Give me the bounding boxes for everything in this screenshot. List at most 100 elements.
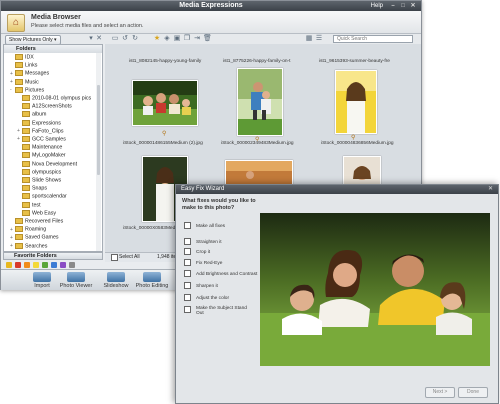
- fix-option[interactable]: Adjust the color: [184, 294, 229, 301]
- photo-thumbnail[interactable]: [237, 68, 283, 136]
- folder-tree-item[interactable]: 2010-08-01 olympus pics: [17, 95, 91, 102]
- maximize-icon[interactable]: □: [399, 3, 407, 9]
- fix-option[interactable]: Make the Subject Stand Out: [184, 306, 250, 316]
- expand-toggle-icon[interactable]: +: [17, 136, 21, 143]
- expand-toggle-icon[interactable]: +: [10, 235, 14, 242]
- folder-tree-item[interactable]: + Messages: [10, 70, 49, 77]
- fix-option[interactable]: Fix Red-Eye: [184, 259, 222, 266]
- family-photo-image: [238, 69, 282, 135]
- folder-tree-item[interactable]: olympuspics: [17, 168, 61, 176]
- search-input[interactable]: [333, 35, 413, 43]
- fix-option[interactable]: Add Brightness and Contrast: [184, 270, 257, 277]
- folder-tree-item[interactable]: A12ScreenShots: [17, 103, 72, 110]
- folder-scroll-thumb[interactable]: [97, 85, 100, 175]
- label-color-swatch[interactable]: [51, 262, 57, 268]
- folder-icon: [15, 78, 23, 85]
- tag-icon[interactable]: ◈: [163, 35, 171, 43]
- import-button[interactable]: Import: [27, 272, 57, 289]
- fix-option-checkbox[interactable]: [184, 306, 191, 313]
- slideshow-button[interactable]: Slideshow: [101, 272, 131, 289]
- folder-tree-item[interactable]: album: [17, 111, 46, 118]
- select-all-label[interactable]: Select All: [119, 254, 140, 260]
- label-color-swatch[interactable]: [69, 262, 75, 268]
- dialog-question: What fixes would you like to make to thi…: [182, 198, 256, 211]
- label-color-swatch[interactable]: [24, 262, 30, 268]
- folder-options-icon[interactable]: ▾: [87, 35, 95, 43]
- label-color-swatch[interactable]: [15, 262, 21, 268]
- open-folder-icon[interactable]: ▭: [111, 35, 119, 43]
- folder-tree-item[interactable]: Links: [10, 62, 37, 69]
- next-button[interactable]: Next >: [425, 387, 455, 398]
- fix-option-checkbox[interactable]: [184, 294, 191, 301]
- folder-label: Music: [25, 79, 39, 85]
- folder-tree-item[interactable]: + Music: [10, 78, 39, 86]
- folder-tree-item[interactable]: + Roaming: [10, 226, 46, 233]
- fix-option-checkbox[interactable]: [184, 222, 191, 229]
- fix-option-checkbox[interactable]: [184, 282, 191, 289]
- photo-thumbnail[interactable]: [225, 160, 293, 186]
- photo-thumbnail[interactable]: [132, 80, 198, 126]
- folder-label: FaFoto_Clips: [32, 128, 64, 135]
- expand-toggle-icon[interactable]: -: [10, 87, 14, 94]
- folder-label: Links: [25, 62, 38, 69]
- folder-tree-item[interactable]: test: [17, 201, 41, 209]
- fix-option[interactable]: Straighten it: [184, 238, 222, 245]
- star-icon[interactable]: ★: [153, 35, 161, 43]
- rotate-left-icon[interactable]: ↺: [121, 35, 129, 43]
- close-panel-icon[interactable]: ✕: [95, 35, 103, 43]
- close-icon[interactable]: ✕: [488, 186, 495, 193]
- folder-tree-item[interactable]: Nova Development: [17, 160, 77, 168]
- folder-tree-item[interactable]: sportscalendar: [17, 193, 67, 200]
- folder-tree-item[interactable]: Snaps: [17, 185, 47, 192]
- label-color-swatch[interactable]: [42, 262, 48, 268]
- rotate-right-icon[interactable]: ↻: [131, 35, 139, 43]
- folder-tree-item[interactable]: + GCC Samples: [17, 136, 66, 143]
- close-icon[interactable]: ✕: [409, 3, 417, 9]
- fix-option[interactable]: Make all fixes: [184, 222, 225, 229]
- copy-icon[interactable]: ❐: [183, 35, 191, 43]
- fix-option[interactable]: Crop it: [184, 248, 210, 255]
- folder-tree-item[interactable]: + Saved Games: [10, 234, 59, 241]
- photo-viewer-button[interactable]: Photo Viewer: [59, 272, 93, 289]
- folder-tree-item[interactable]: MyLogoMaker: [17, 152, 66, 159]
- label-color-swatch[interactable]: [6, 262, 12, 268]
- folder-tree-item[interactable]: + Searches: [10, 242, 47, 250]
- folder-tree-item[interactable]: Recovered Files: [10, 218, 63, 225]
- done-button[interactable]: Done: [458, 387, 488, 398]
- expand-toggle-icon[interactable]: +: [10, 71, 14, 78]
- fix-option-checkbox[interactable]: [184, 270, 191, 277]
- expand-toggle-icon[interactable]: +: [17, 128, 21, 135]
- select-all-checkbox[interactable]: [111, 254, 118, 261]
- favorite-folders-header[interactable]: Favorite Folders: [3, 252, 103, 260]
- family-photo-image: [260, 213, 490, 366]
- folder-tree-item[interactable]: + FaFoto_Clips: [17, 127, 64, 135]
- label-color-swatch[interactable]: [33, 262, 39, 268]
- photo-editing-button[interactable]: Photo Editing: [135, 272, 169, 289]
- fix-option-checkbox[interactable]: [184, 238, 191, 245]
- fix-option[interactable]: Sharpen it: [184, 282, 218, 289]
- folder-tree-item[interactable]: Web Easy: [17, 209, 56, 217]
- folder-tree-item[interactable]: - Pictures: [10, 86, 44, 94]
- dialog-title-bar: Easy Fix Wizard ✕: [176, 185, 498, 194]
- folder-tree-item[interactable]: Maintenance: [17, 144, 62, 151]
- fix-option-checkbox[interactable]: [184, 248, 191, 255]
- list-view-icon[interactable]: ☰: [315, 35, 323, 43]
- label-color-swatch[interactable]: [60, 262, 66, 268]
- fix-option-checkbox[interactable]: [184, 259, 191, 266]
- expand-toggle-icon[interactable]: +: [10, 243, 14, 250]
- grid-view-icon[interactable]: ▦: [305, 35, 313, 43]
- help-menu[interactable]: Help: [371, 1, 383, 11]
- lock-icon[interactable]: ▣: [173, 35, 181, 43]
- expand-toggle-icon[interactable]: +: [10, 79, 14, 86]
- folder-tree-item[interactable]: Expressions: [17, 119, 61, 127]
- folder-icon: [15, 226, 23, 233]
- move-icon[interactable]: ⇥: [193, 35, 201, 43]
- photo-thumbnail[interactable]: [335, 70, 377, 134]
- folder-tree-item[interactable]: IDX: [10, 54, 34, 61]
- delete-icon[interactable]: 🗑: [203, 35, 212, 43]
- expand-toggle-icon[interactable]: +: [10, 227, 14, 234]
- home-button[interactable]: ⌂: [7, 14, 25, 32]
- folder-tree-item[interactable]: Slide Shows: [17, 177, 61, 184]
- minimize-icon[interactable]: –: [389, 3, 397, 9]
- page-subtitle: Please select media files and select an …: [31, 23, 144, 29]
